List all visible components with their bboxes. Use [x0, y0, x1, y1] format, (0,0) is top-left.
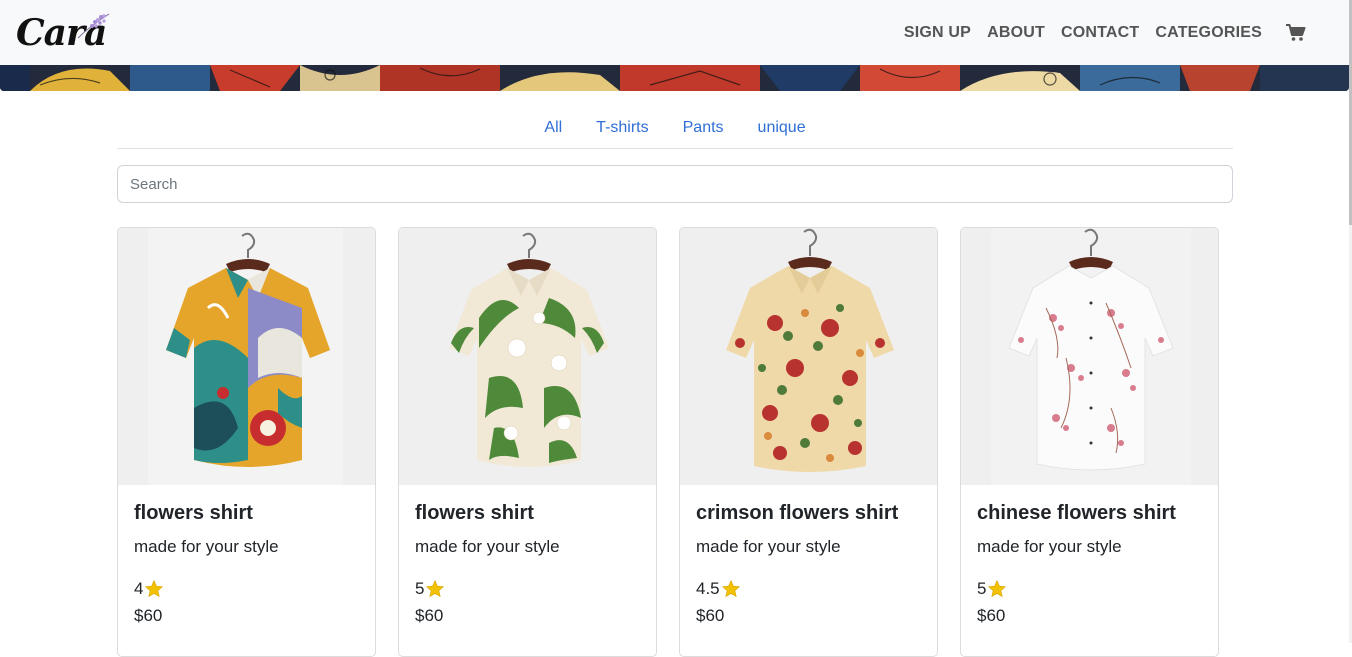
product-price: $60: [134, 606, 163, 625]
nav-links: SIGN UP ABOUT CONTACT CATEGORIES: [888, 0, 1306, 65]
product-card[interactable]: crimson flowers shirt made for your styl…: [679, 227, 938, 657]
product-price: $60: [977, 606, 1006, 625]
product-description: made for your style: [415, 537, 560, 556]
product-image-crimson-floral-shirt[interactable]: [680, 228, 937, 485]
product-title[interactable]: chinese flowers shirt: [977, 502, 1176, 525]
lavender-sprig-icon: [77, 13, 110, 39]
product-description: made for your style: [977, 537, 1122, 556]
category-filter-tabs: All T-shirts Pants unique: [117, 112, 1233, 149]
product-image-green-leaf-floral-shirt[interactable]: [399, 228, 656, 485]
navbar: Cara SIGN UP ABOUT CONTACT CATEGORIES: [0, 0, 1352, 65]
product-rating: 5: [415, 579, 445, 599]
product-card[interactable]: flowers shirt made for your style 5 $60: [398, 227, 657, 657]
product-image-white-pink-blossom-shirt[interactable]: [961, 228, 1218, 485]
product-rating: 5: [977, 579, 1007, 599]
star-icon: [721, 579, 740, 598]
filter-tab-unique[interactable]: unique: [741, 112, 823, 144]
star-icon: [426, 579, 445, 598]
hero-banner: [0, 65, 1349, 91]
product-description: made for your style: [696, 537, 841, 556]
product-title[interactable]: flowers shirt: [134, 502, 253, 525]
product-image-colorful-abstract-floral-shirt[interactable]: [118, 228, 375, 485]
rating-value: 4.5: [696, 579, 720, 598]
product-price: $60: [696, 606, 725, 625]
shopping-cart-icon[interactable]: [1286, 23, 1306, 42]
brand-logo[interactable]: Cara: [14, 10, 114, 54]
product-title[interactable]: crimson flowers shirt: [696, 502, 898, 525]
product-title[interactable]: flowers shirt: [415, 502, 534, 525]
product-card[interactable]: chinese flowers shirt made for your styl…: [960, 227, 1219, 657]
product-description: made for your style: [134, 537, 279, 556]
rating-value: 4: [134, 579, 144, 598]
filter-tab-all[interactable]: All: [527, 112, 579, 144]
product-rating: 4.5: [696, 579, 741, 599]
star-icon: [988, 579, 1007, 598]
star-icon: [145, 579, 164, 598]
product-price: $60: [415, 606, 444, 625]
filter-tab-pants[interactable]: Pants: [666, 112, 741, 144]
filter-tab-t-shirts[interactable]: T-shirts: [579, 112, 665, 144]
product-card[interactable]: flowers shirt made for your style 4 $60: [117, 227, 376, 657]
search-input[interactable]: [117, 165, 1233, 203]
product-rating: 4: [134, 579, 164, 599]
nav-link-categories[interactable]: CATEGORIES: [1155, 24, 1262, 42]
nav-link-sign-up[interactable]: SIGN UP: [904, 24, 971, 42]
banner-illustration: [0, 65, 1349, 91]
nav-link-about[interactable]: ABOUT: [987, 24, 1045, 42]
rating-value: 5: [415, 579, 425, 598]
nav-link-contact[interactable]: CONTACT: [1061, 24, 1139, 42]
rating-value: 5: [977, 579, 987, 598]
